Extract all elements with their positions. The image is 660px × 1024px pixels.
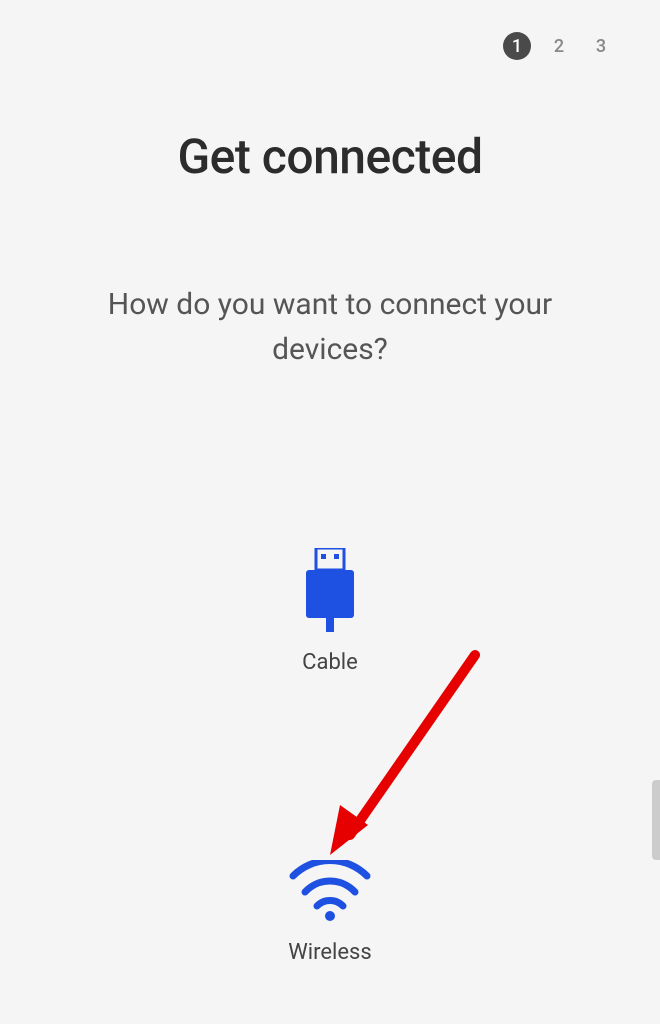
step-1: 1 (503, 32, 531, 60)
step-3: 3 (587, 32, 615, 60)
scrollbar[interactable] (652, 780, 660, 860)
annotation-arrow (320, 645, 490, 869)
option-wireless-label: Wireless (288, 940, 372, 965)
option-cable[interactable]: Cable (302, 548, 358, 675)
usb-icon (302, 548, 358, 636)
progress-stepper: 1 2 3 (503, 32, 615, 60)
page-subtitle: How do you want to connect your devices? (60, 282, 600, 372)
wifi-icon (287, 860, 373, 926)
page-title: Get connected (0, 128, 660, 185)
option-cable-label: Cable (302, 650, 358, 675)
step-2: 2 (545, 32, 573, 60)
option-wireless[interactable]: Wireless (287, 860, 373, 965)
